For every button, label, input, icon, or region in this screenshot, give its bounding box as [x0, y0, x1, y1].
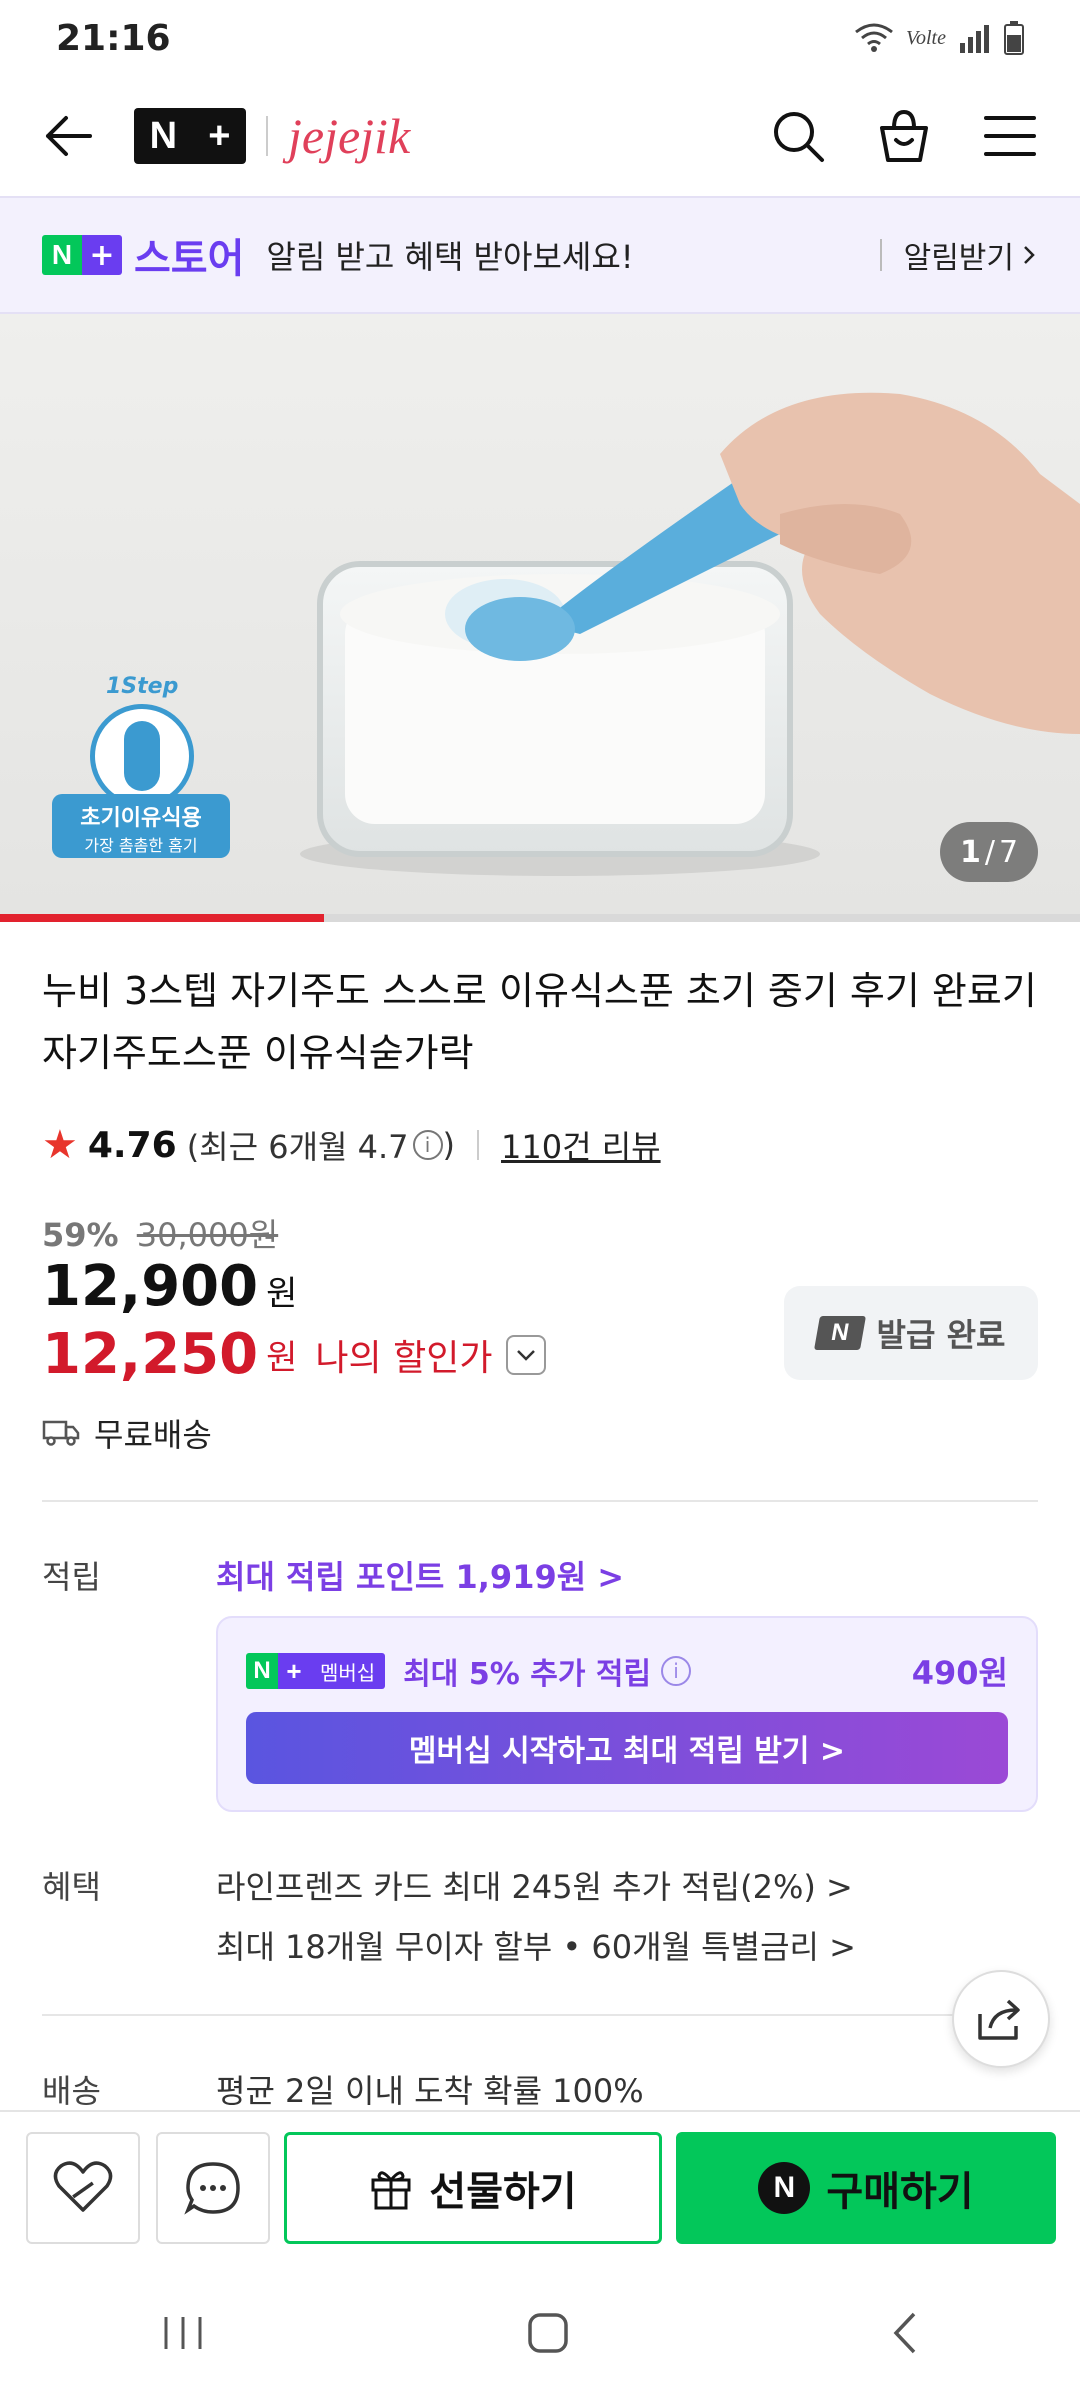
step-title-badge: 초기이유식용 가장 촘촘한 홈기: [52, 794, 230, 858]
share-button[interactable]: [952, 1970, 1050, 2068]
carousel-progress-fill: [0, 914, 324, 922]
status-bar: 21:16 Volte: [0, 0, 1080, 76]
chat-bubble-icon: [184, 2162, 240, 2215]
system-back-icon[interactable]: [890, 2310, 920, 2356]
my-price-label: 나의 할인가: [315, 1337, 493, 1379]
step-badge: 1Step 초기이유식용 가장 촘촘한 홈기: [50, 674, 240, 864]
signal-icon: [960, 25, 989, 53]
chevron-right-icon: [1024, 246, 1035, 264]
header-actions: [770, 108, 1038, 164]
home-icon[interactable]: [525, 2310, 571, 2356]
membership-badge: N + 멤버십: [246, 1653, 386, 1689]
section-divider: [42, 2014, 1038, 2016]
bottom-action-bar: 선물하기 N 구매하기: [0, 2110, 1080, 2258]
wishlist-button[interactable]: [26, 2132, 140, 2244]
menu-icon[interactable]: [982, 112, 1038, 160]
buy-button[interactable]: N 구매하기: [676, 2132, 1056, 2244]
cart-bag-icon[interactable]: [876, 108, 932, 164]
benefit-card-link[interactable]: 라인프렌즈 카드 최대 245원 추가 적립(2%) >: [216, 1862, 853, 1908]
star-icon: ★: [42, 1122, 78, 1168]
banner-message: 알림 받고 혜택 받아보세요!: [266, 238, 634, 276]
discount-line: 59% 30,000원: [42, 1210, 278, 1256]
coupon-issued-button[interactable]: N 발급 완료: [784, 1286, 1038, 1380]
search-icon[interactable]: [770, 108, 826, 164]
store-brand-logo[interactable]: jejejik: [288, 107, 410, 165]
membership-box: N + 멤버십 최대 5% 추가 적립 i 490원 멤버십 시작하고 최대 적…: [216, 1616, 1038, 1812]
back-arrow-icon: [46, 116, 92, 156]
header-divider: [266, 116, 268, 156]
membership-start-button[interactable]: 멤버십 시작하고 최대 적립 받기 >: [246, 1712, 1008, 1784]
system-navigation-bar: [0, 2258, 1080, 2408]
shipping-label: 배송: [42, 2072, 101, 2110]
naver-n-icon: N: [813, 1316, 866, 1350]
info-icon[interactable]: i: [412, 1130, 443, 1160]
sale-price: 12,900 원: [42, 1254, 298, 1319]
store-notification-banner: N + 스토어 알림 받고 혜택 받아보세요! 알림받기: [0, 196, 1080, 314]
original-price: 30,000원: [136, 1216, 279, 1254]
truck-icon: [42, 1420, 80, 1446]
app-header: N + jejejik: [0, 76, 1080, 196]
rating-row: ★ 4.76 (최근 6개월 4.7 i ) 110건 리뷰: [42, 1122, 661, 1168]
shipping-text: 평균 2일 이내 도착 확률 100%: [216, 2072, 644, 2110]
delivery-info: 무료배송: [42, 1410, 212, 1456]
store-label: 스토어: [134, 236, 245, 282]
status-time: 21:16: [56, 17, 171, 59]
recent-rating-prefix: (최근 6개월 4.7: [186, 1128, 409, 1166]
volte-label: Volte: [906, 26, 946, 49]
image-counter: 1/7: [940, 822, 1038, 882]
benefits-label: 혜택: [42, 1868, 101, 1906]
spoon-icon: [90, 704, 194, 808]
share-icon: [978, 1999, 1020, 2040]
product-title: 누비 3스텝 자기주도 스스로 이유식스푼 초기 중기 후기 완료기 자기주도스…: [42, 969, 1037, 1075]
rating-score: 4.76: [87, 1124, 177, 1166]
discount-percent: 59%: [42, 1216, 119, 1254]
banner-divider: [879, 239, 882, 271]
system-icons: Volte: [854, 21, 1024, 55]
gift-icon: [371, 2171, 411, 2210]
review-count-link[interactable]: 110건 리뷰: [501, 1122, 661, 1168]
membership-amount: 490원: [911, 1654, 1008, 1692]
section-divider: [42, 1500, 1038, 1502]
points-label: 적립: [42, 1558, 101, 1596]
chat-button[interactable]: [156, 2132, 270, 2244]
max-points-link[interactable]: 최대 적립 포인트 1,919원 >: [216, 1552, 624, 1598]
gift-button[interactable]: 선물하기: [284, 2132, 662, 2244]
alarm-subscribe-link[interactable]: 알림받기: [879, 233, 1038, 277]
recent-apps-icon[interactable]: [160, 2313, 206, 2353]
step-label: 1Step: [106, 674, 179, 699]
my-discount-price: 12,250 원 나의 할인가: [42, 1322, 547, 1387]
wifi-icon: [855, 23, 893, 52]
back-button[interactable]: [42, 110, 94, 162]
recent-rating-suffix: ): [442, 1126, 456, 1164]
naver-plus-logo[interactable]: N +: [134, 108, 246, 164]
benefit-installment-link[interactable]: 최대 18개월 무이자 할부 • 60개월 특별금리 >: [216, 1922, 856, 1968]
chevron-down-icon[interactable]: [506, 1334, 547, 1375]
product-image-carousel[interactable]: 1Step 초기이유식용 가장 촘촘한 홈기 1/7: [0, 314, 1080, 922]
naver-plus-store-badge: N +: [42, 235, 122, 275]
info-icon[interactable]: i: [661, 1656, 692, 1686]
membership-text: 최대 5% 추가 적립: [403, 1657, 652, 1692]
carousel-progress-bar: [0, 914, 1080, 922]
rating-divider: [477, 1130, 480, 1160]
heart-icon: [53, 2161, 113, 2212]
naver-n-icon: N: [758, 2162, 811, 2214]
battery-icon: [1004, 21, 1024, 55]
